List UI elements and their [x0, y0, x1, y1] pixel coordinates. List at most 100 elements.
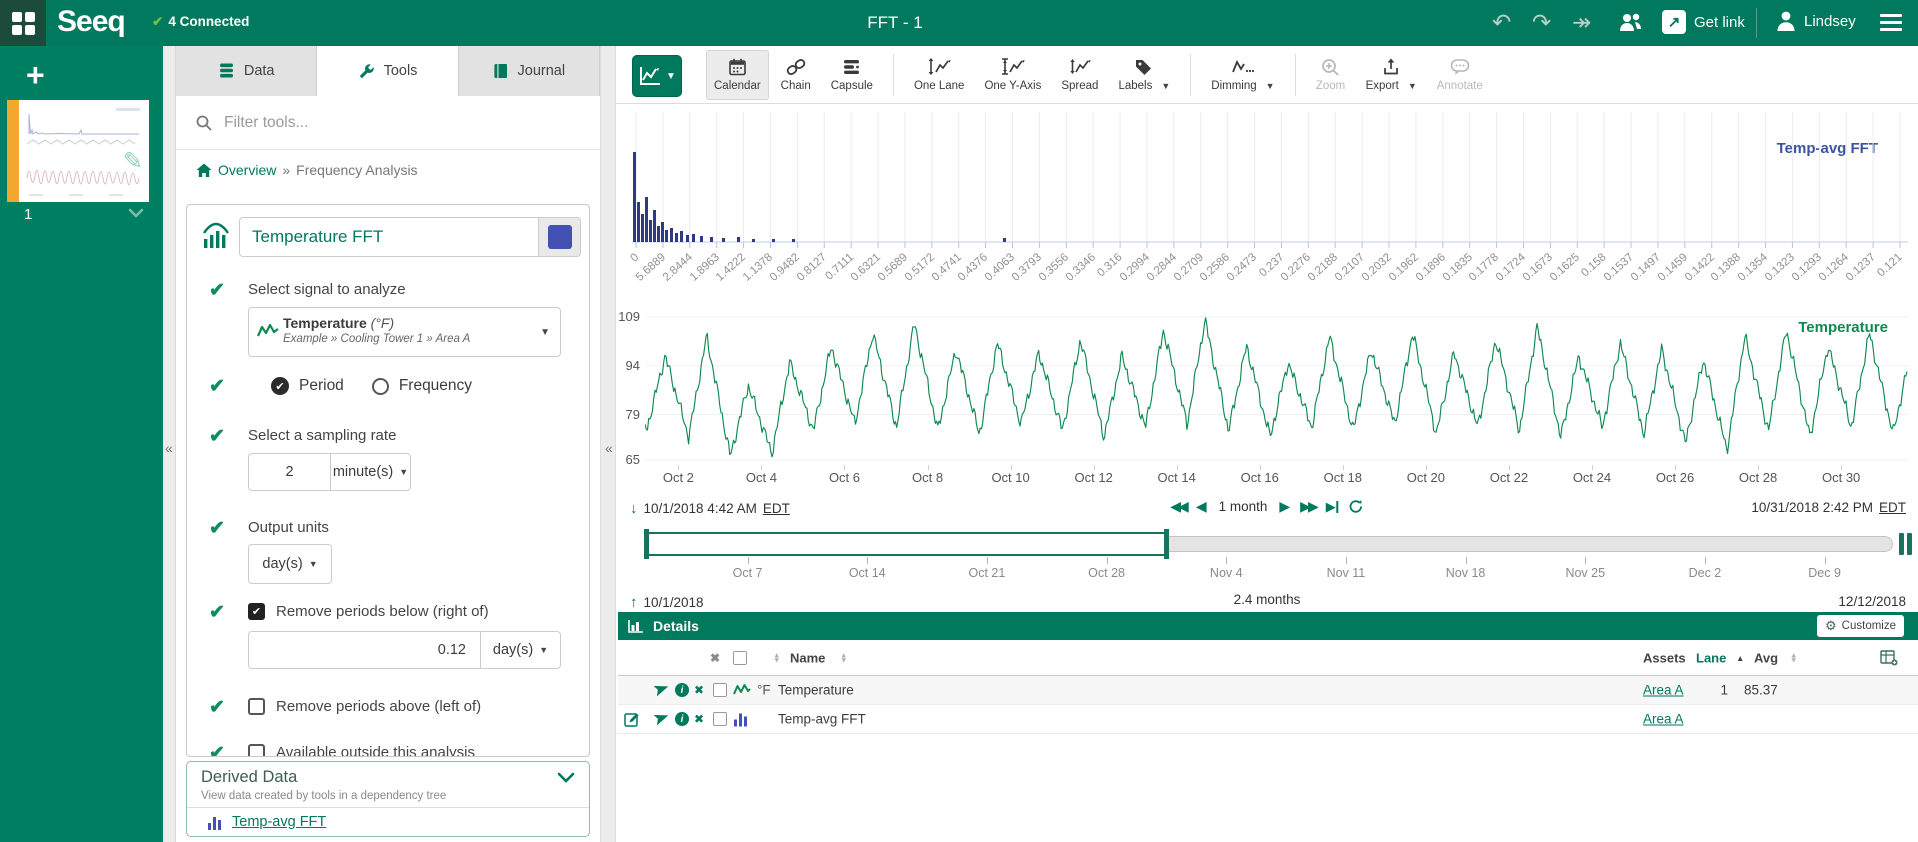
column-lane[interactable]: Lane	[1696, 650, 1726, 665]
redo-all-icon[interactable]: ↠	[1572, 9, 1591, 35]
remove-icon[interactable]	[694, 683, 704, 697]
display-range-start[interactable]: ↓ 10/1/2018 4:42 AM EDT	[630, 500, 790, 517]
user-menu[interactable]: Lindsey	[1776, 10, 1856, 32]
send-to-trend-icon[interactable]	[654, 683, 670, 698]
table-row-temperature[interactable]: i °F Temperature Area A 1 85.37	[618, 676, 1918, 705]
export-button[interactable]: Export	[1358, 50, 1425, 100]
customize-button[interactable]: Customize	[1817, 615, 1904, 637]
annotate-button[interactable]: Annotate	[1429, 50, 1491, 100]
step-back-icon[interactable]: ◀	[1196, 498, 1207, 515]
get-link-button[interactable]: ↗ Get link	[1662, 10, 1745, 34]
asset-link[interactable]: Area A	[1643, 683, 1684, 698]
remove-below-unit-select[interactable]: day(s)	[480, 632, 560, 668]
remove-all-icon[interactable]	[710, 651, 720, 665]
selector-right-handle[interactable]	[1164, 529, 1169, 559]
send-to-trend-icon[interactable]	[654, 712, 670, 727]
breadcrumb-overview[interactable]: Overview	[218, 162, 276, 178]
remove-below-checkbox[interactable]	[248, 603, 265, 620]
investigate-tick-label: Oct 21	[955, 566, 1019, 580]
tab-journal[interactable]: Journal	[459, 46, 600, 96]
column-avg[interactable]: Avg	[1754, 650, 1778, 665]
sampling-unit-select[interactable]: minute(s)	[330, 454, 410, 490]
filter-tools-input[interactable]: Filter tools...	[176, 96, 600, 150]
dimming-button[interactable]: Dimming	[1203, 50, 1282, 100]
calendar-button[interactable]: Calendar	[706, 50, 769, 100]
investigate-end[interactable]: 12/12/2018	[1838, 594, 1906, 609]
step-forward-icon[interactable]: ▶	[1279, 498, 1290, 515]
info-icon[interactable]: i	[675, 683, 689, 697]
investigate-duration[interactable]: 2.4 months	[1234, 592, 1301, 607]
color-swatch-button[interactable]	[539, 217, 581, 257]
investigate-start[interactable]: ↑ 10/1/2018	[630, 594, 704, 611]
range-duration[interactable]: 1 month	[1219, 499, 1268, 514]
chevron-down-icon	[309, 559, 318, 569]
users-icon[interactable]	[1618, 11, 1644, 33]
column-assets[interactable]: Assets	[1643, 650, 1686, 665]
select-all-checkbox[interactable]	[733, 651, 747, 665]
row-checkbox[interactable]	[713, 712, 727, 726]
capsule-button[interactable]: Capsule	[823, 50, 881, 100]
main-area: Calendar Chain Capsule One Lane One Y-Ax…	[616, 46, 1918, 842]
hamburger-menu-icon[interactable]	[1880, 14, 1902, 35]
selector-left-handle[interactable]	[644, 529, 649, 559]
connection-status[interactable]: ✔4 Connected	[152, 14, 249, 30]
temperature-x-tick	[1758, 465, 1759, 470]
timezone-link[interactable]: EDT	[1879, 500, 1906, 515]
derived-item-link[interactable]: Temp-avg FFT	[232, 814, 326, 830]
home-icon[interactable]	[196, 163, 212, 178]
sampling-value-input[interactable]: 2	[249, 454, 330, 490]
sort-icon[interactable]	[840, 652, 847, 663]
labels-button[interactable]: Labels	[1110, 50, 1178, 100]
spread-button[interactable]: Spread	[1053, 50, 1106, 100]
collapse-rail-handle[interactable]: «	[163, 46, 176, 842]
temperature-chart[interactable]	[645, 312, 1908, 465]
timebar-resize-icon[interactable]	[1899, 533, 1912, 555]
redo-icon[interactable]: ↷	[1532, 9, 1551, 35]
column-config-icon[interactable]	[1880, 650, 1898, 666]
undo-icon[interactable]: ↶	[1492, 9, 1511, 35]
chain-button[interactable]: Chain	[773, 50, 819, 100]
fft-chart[interactable]	[632, 112, 1908, 250]
one-y-axis-button[interactable]: One Y-Axis	[976, 50, 1049, 100]
step-back-fast-icon[interactable]: ◀◀	[1170, 498, 1186, 515]
zoom-button[interactable]: Zoom	[1308, 50, 1354, 100]
column-name[interactable]: Name	[790, 650, 825, 665]
app-switcher-button[interactable]	[0, 0, 46, 46]
asset-link[interactable]: Area A	[1643, 712, 1684, 727]
range-start-arrow-icon: ↓	[630, 500, 638, 517]
collapse-tools-panel-handle[interactable]: «	[600, 46, 616, 842]
frequency-radio[interactable]	[372, 378, 389, 395]
display-range-selector[interactable]	[645, 532, 1168, 556]
worksheet-chevron-down-icon[interactable]	[128, 208, 144, 218]
add-worksheet-button[interactable]: +	[26, 60, 45, 90]
row-checkbox[interactable]	[713, 683, 727, 697]
toolbar-separator	[1190, 54, 1191, 96]
sort-icon[interactable]	[1790, 652, 1797, 663]
display-range-end[interactable]: 10/31/2018 2:42 PM EDT	[1751, 500, 1906, 515]
step-forward-fast-icon[interactable]: ▶▶	[1300, 498, 1316, 515]
table-row-temp-avg-fft[interactable]: i Temp-avg FFT Area A	[618, 705, 1918, 734]
derived-collapse-chevron-icon[interactable]	[557, 772, 575, 783]
tool-name-input[interactable]: Temperature FFT	[239, 217, 539, 257]
period-radio[interactable]	[271, 377, 289, 395]
remove-above-checkbox[interactable]	[248, 698, 265, 715]
one-lane-button[interactable]: One Lane	[906, 50, 973, 100]
output-unit-select[interactable]: day(s)	[248, 544, 332, 584]
tab-tools[interactable]: Tools	[317, 46, 458, 96]
refresh-icon[interactable]	[1349, 499, 1364, 514]
step-to-end-icon[interactable]: ▶	[1326, 499, 1339, 515]
fft-tick-label: 0.1962	[1387, 251, 1421, 283]
remove-icon[interactable]	[694, 712, 704, 726]
remove-below-value-input[interactable]: 0.12	[249, 632, 480, 668]
sort-icon[interactable]	[773, 652, 780, 663]
tab-data[interactable]: Data	[176, 46, 317, 96]
signal-select-dropdown[interactable]: Temperature (°F) Example » Cooling Tower…	[248, 307, 561, 357]
seeq-logo[interactable]: Seeq	[57, 5, 125, 39]
timezone-link[interactable]: EDT	[763, 501, 790, 516]
range-start-arrow-icon: ↑	[630, 594, 638, 611]
info-icon[interactable]: i	[675, 712, 689, 726]
clipped-option-checkbox[interactable]	[248, 744, 265, 757]
worksheet-thumbnail[interactable]: ✎	[19, 100, 149, 202]
edit-pencil-icon[interactable]	[624, 711, 640, 727]
investigate-tick-label: Dec 2	[1673, 566, 1737, 580]
